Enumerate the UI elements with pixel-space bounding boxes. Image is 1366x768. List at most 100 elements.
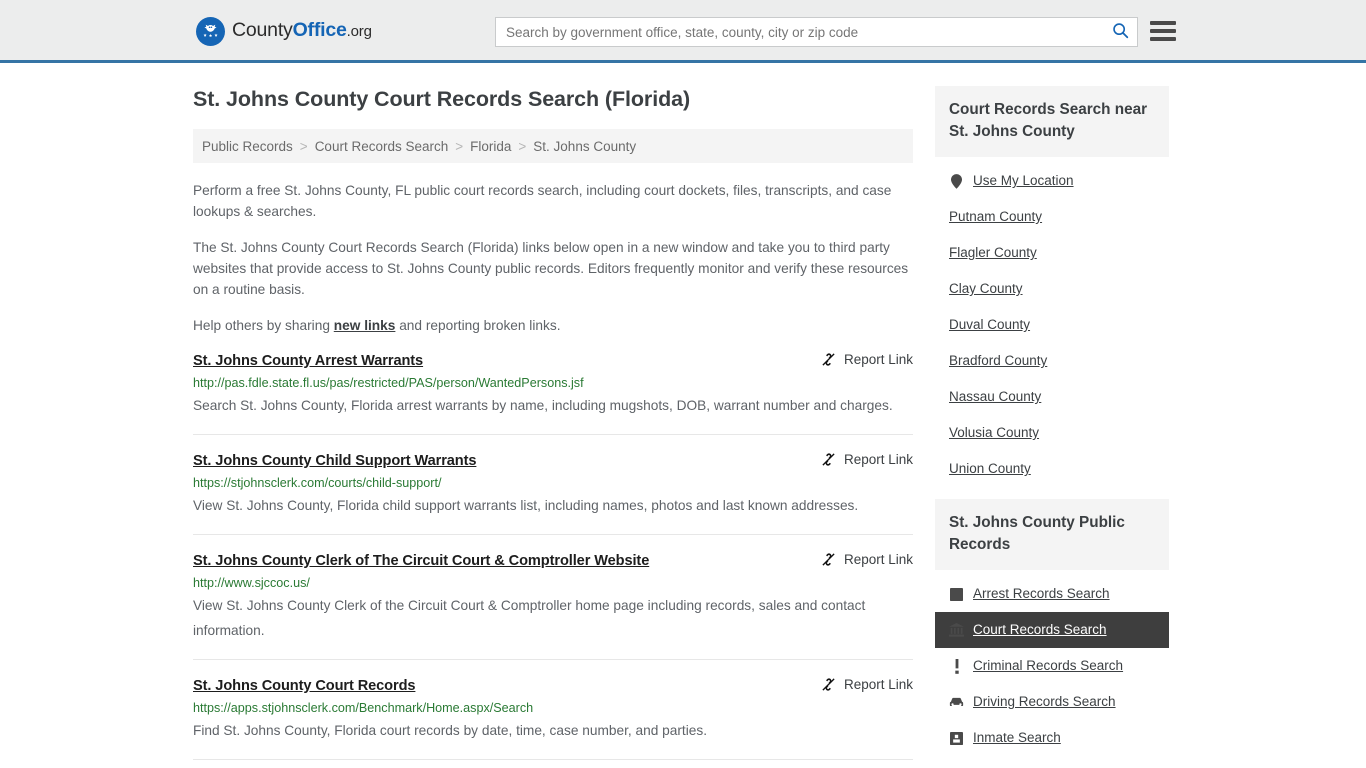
result-header: St. Johns County Child Support Warrants R…	[193, 451, 913, 471]
public-records-list-item: Arrest Records Search	[935, 576, 1169, 612]
result-url[interactable]: https://apps.stjohnsclerk.com/Benchmark/…	[193, 700, 913, 717]
breadcrumb-separator: >	[299, 138, 308, 154]
car-icon	[949, 697, 964, 708]
site-logo[interactable]: CountyOffice.org	[196, 17, 372, 46]
result-description: Search St. Johns County, Florida arrest …	[193, 398, 893, 413]
breadcrumb-item-court-records-search[interactable]: Court Records Search	[315, 139, 449, 154]
public-records-list-item: Driving Records Search	[935, 684, 1169, 720]
nearby-link-label: Union County	[949, 461, 1031, 476]
page-body: St. Johns County Court Records Search (F…	[0, 63, 1366, 768]
report-link-label: Report Link	[843, 552, 913, 567]
search-input[interactable]	[496, 18, 1103, 46]
result-url[interactable]: http://www.sjccoc.us/	[193, 575, 913, 592]
result-url[interactable]: http://pas.fdle.state.fl.us/pas/restrict…	[193, 375, 913, 392]
result-title-link[interactable]: St. Johns County Arrest Warrants	[193, 351, 423, 371]
broken-link-icon	[821, 452, 836, 467]
nearby-link-label: Clay County	[949, 281, 1023, 296]
logo-text-county: County	[232, 18, 293, 41]
public-records-link-0[interactable]: Arrest Records Search	[935, 576, 1169, 612]
public-records-panel: St. Johns County Public Records Arrest R…	[935, 499, 1169, 756]
nearby-list-item: Clay County	[935, 271, 1169, 307]
public-records-list-item: Criminal Records Search	[935, 648, 1169, 684]
public-records-link-2[interactable]: Criminal Records Search	[935, 648, 1169, 684]
result-description: View St. Johns County Clerk of the Circu…	[193, 598, 866, 638]
result-item: St. Johns County Court Records Report Lin…	[193, 676, 913, 760]
nearby-link-label: Duval County	[949, 317, 1031, 332]
nearby-link-1[interactable]: Putnam County	[935, 199, 1169, 235]
breadcrumb-item-public-records[interactable]: Public Records	[202, 139, 293, 154]
nearby-link-2[interactable]: Flagler County	[935, 235, 1169, 271]
intro-paragraph-1: Perform a free St. Johns County, FL publ…	[193, 183, 892, 219]
report-link-label: Report Link	[843, 352, 913, 367]
public-records-list: Arrest Records Search Court Records Searc…	[935, 570, 1169, 756]
breadcrumb-item-florida[interactable]: Florida	[470, 139, 511, 154]
public-records-link-label: Inmate Search	[973, 730, 1061, 745]
nearby-link-3[interactable]: Clay County	[935, 271, 1169, 307]
map-pin-icon	[949, 173, 964, 189]
report-link-label: Report Link	[843, 677, 913, 692]
report-link-button[interactable]: Report Link	[821, 676, 913, 692]
result-header: St. Johns County Court Records Report Lin…	[193, 676, 913, 696]
report-link-button[interactable]: Report Link	[821, 451, 913, 467]
logo-text-office: Office	[292, 18, 347, 41]
nearby-searches-heading: Court Records Search near St. Johns Coun…	[935, 86, 1169, 157]
breadcrumb-separator: >	[455, 138, 464, 154]
public-records-link-4[interactable]: Inmate Search	[935, 720, 1169, 756]
nearby-link-8[interactable]: Union County	[935, 451, 1169, 487]
broken-link-icon	[821, 552, 836, 567]
eagle-stars-emblem-icon	[196, 17, 225, 46]
public-records-link-label: Driving Records Search	[973, 694, 1116, 709]
report-link-button[interactable]: Report Link	[821, 351, 913, 367]
search-icon	[1112, 22, 1129, 42]
nearby-link-label: Bradford County	[949, 353, 1048, 368]
intro-p3-before: Help others by sharing	[193, 318, 334, 333]
nearby-link-6[interactable]: Nassau County	[935, 379, 1169, 415]
main-content: St. Johns County Court Records Search (F…	[193, 63, 913, 768]
inmate-icon	[949, 731, 964, 745]
sidebar: Court Records Search near St. Johns Coun…	[935, 63, 1169, 768]
hamburger-bar	[1150, 37, 1176, 41]
broken-link-icon	[821, 352, 836, 367]
new-links-link[interactable]: new links	[334, 318, 396, 333]
exclamation-icon	[949, 658, 964, 674]
site-search-form	[495, 17, 1138, 47]
nearby-link-4[interactable]: Duval County	[935, 307, 1169, 343]
fingerprint-icon	[949, 587, 964, 601]
nearby-list-item: Volusia County	[935, 415, 1169, 451]
breadcrumb-separator: >	[518, 138, 527, 154]
site-header: CountyOffice.org	[0, 0, 1366, 63]
result-title-link[interactable]: St. Johns County Court Records	[193, 676, 416, 696]
public-records-link-3[interactable]: Driving Records Search	[935, 684, 1169, 720]
nearby-link-label: Flagler County	[949, 245, 1037, 260]
nearby-link-0[interactable]: Use My Location	[935, 163, 1169, 199]
nearby-link-5[interactable]: Bradford County	[935, 343, 1169, 379]
courthouse-icon	[949, 623, 964, 637]
result-item: St. Johns County Child Support Warrants R…	[193, 451, 913, 535]
nearby-list-item: Nassau County	[935, 379, 1169, 415]
nearby-link-7[interactable]: Volusia County	[935, 415, 1169, 451]
nearby-list-item: Flagler County	[935, 235, 1169, 271]
result-title-link[interactable]: St. Johns County Clerk of The Circuit Co…	[193, 551, 649, 571]
hamburger-menu-icon[interactable]	[1150, 19, 1176, 43]
public-records-link-label: Arrest Records Search	[973, 586, 1110, 601]
hamburger-bar	[1150, 21, 1176, 25]
nearby-link-label: Putnam County	[949, 209, 1043, 224]
site-logo-text: CountyOffice.org	[232, 18, 372, 43]
result-title-link[interactable]: St. Johns County Child Support Warrants	[193, 451, 476, 471]
nearby-link-label: Volusia County	[949, 425, 1040, 440]
intro-paragraph-2: The St. Johns County Court Records Searc…	[193, 240, 909, 297]
public-records-list-item: Court Records Search	[935, 612, 1169, 648]
search-button[interactable]	[1103, 18, 1137, 46]
page-title: St. Johns County Court Records Search (F…	[193, 87, 691, 111]
public-records-heading: St. Johns County Public Records	[935, 499, 1169, 570]
results-list: St. Johns County Arrest Warrants Report L…	[193, 351, 913, 760]
breadcrumb-item-st-johns-county[interactable]: St. Johns County	[533, 139, 636, 154]
result-description: View St. Johns County, Florida child sup…	[193, 498, 859, 513]
result-item: St. Johns County Clerk of The Circuit Co…	[193, 551, 913, 660]
public-records-link-1[interactable]: Court Records Search	[935, 612, 1169, 648]
result-header: St. Johns County Arrest Warrants Report L…	[193, 351, 913, 371]
report-link-button[interactable]: Report Link	[821, 551, 913, 567]
result-url[interactable]: https://stjohnsclerk.com/courts/child-su…	[193, 475, 913, 492]
nearby-link-label: Use My Location	[973, 173, 1074, 188]
intro-p3-after: and reporting broken links.	[395, 318, 561, 333]
